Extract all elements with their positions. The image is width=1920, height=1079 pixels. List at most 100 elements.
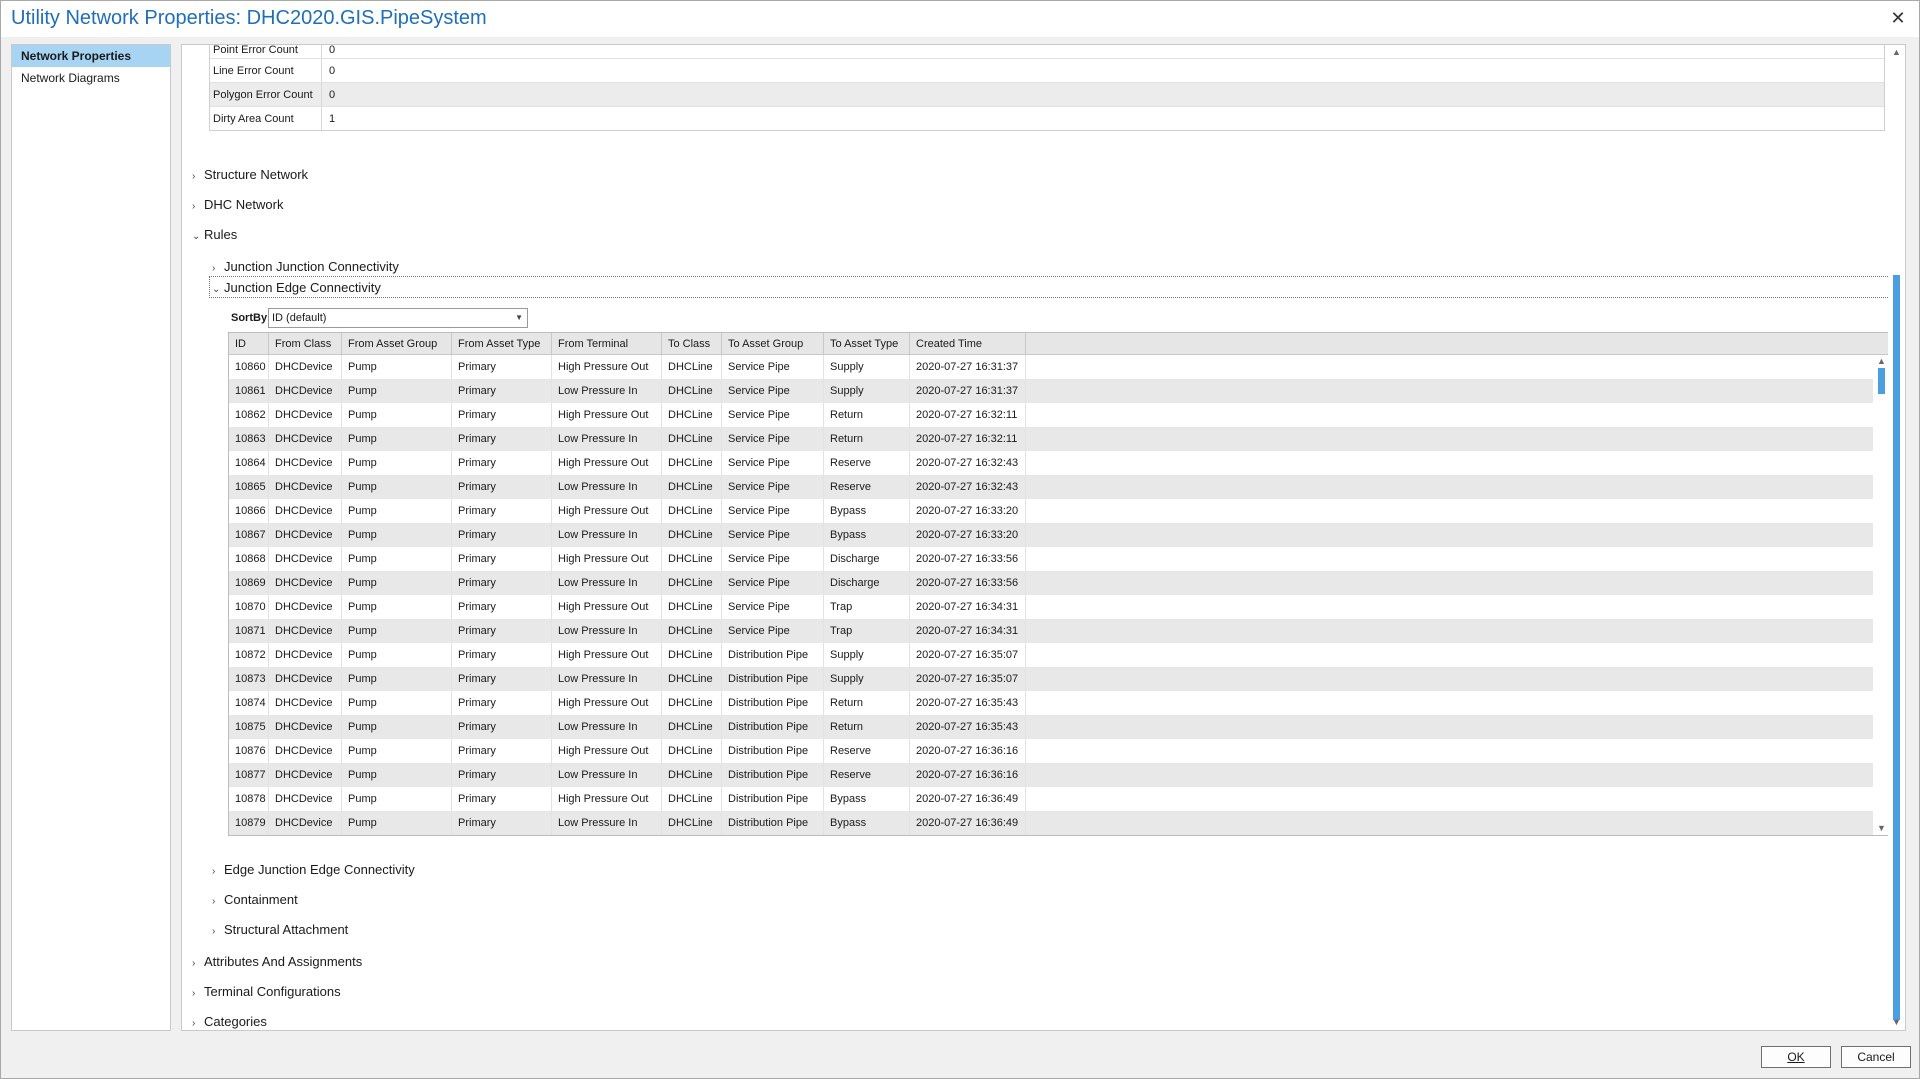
- table-cell: Primary: [452, 379, 552, 403]
- table-row[interactable]: 10868 DHCDevice Pump Primary High Pressure O…: [229, 547, 1873, 571]
- table-row[interactable]: 10863 DHCDevice Pump Primary Low Pressure In…: [229, 427, 1873, 451]
- table-row[interactable]: 10870 DHCDevice Pump Primary High Pressure O…: [229, 595, 1873, 619]
- scroll-up-icon[interactable]: ▲: [1891, 47, 1902, 58]
- cancel-button[interactable]: Cancel: [1841, 1046, 1911, 1068]
- nav-item-network-properties[interactable]: Network Properties: [12, 45, 170, 67]
- pane-scrollbar[interactable]: ▲ ▼: [1888, 45, 1905, 1030]
- table-row[interactable]: 10877 DHCDevice Pump Primary Low Pressure In…: [229, 763, 1873, 787]
- table-cell: High Pressure Out: [552, 355, 662, 379]
- table-cell: Pump: [342, 547, 452, 571]
- column-header[interactable]: From Class: [269, 333, 342, 355]
- table-cell: Reserve: [824, 739, 910, 763]
- table-row[interactable]: 10861 DHCDevice Pump Primary Low Pressure In…: [229, 379, 1873, 403]
- grid-header: ID From Class From Asset Group From Asset T…: [229, 333, 1890, 355]
- table-row[interactable]: 10864 DHCDevice Pump Primary High Pressure O…: [229, 451, 1873, 475]
- table-cell: Service Pipe: [722, 499, 824, 523]
- tree-node-dhc-network[interactable]: › DHC Network: [192, 194, 283, 216]
- ok-label: OK: [1787, 1050, 1805, 1064]
- summary-value: 1: [329, 113, 336, 125]
- table-cell: High Pressure Out: [552, 643, 662, 667]
- tree-node-structure-network[interactable]: › Structure Network: [192, 164, 308, 186]
- column-header[interactable]: ID: [229, 333, 269, 355]
- table-row[interactable]: 10879 DHCDevice Pump Primary Low Pressure In…: [229, 811, 1873, 835]
- table-cell: DHCLine: [662, 691, 722, 715]
- table-cell: Primary: [452, 499, 552, 523]
- column-header[interactable]: To Asset Group: [722, 333, 824, 355]
- table-cell: 2020-07-27 16:31:37: [910, 379, 1026, 403]
- table-row[interactable]: 10878 DHCDevice Pump Primary High Pressure O…: [229, 787, 1873, 811]
- summary-label: Line Error Count: [213, 65, 294, 77]
- column-header[interactable]: From Terminal: [552, 333, 662, 355]
- summary-row: Polygon Error Count 0: [210, 82, 1884, 106]
- table-row[interactable]: 10873 DHCDevice Pump Primary Low Pressure In…: [229, 667, 1873, 691]
- table-cell: DHCDevice: [269, 595, 342, 619]
- table-cell: 2020-07-27 16:36:16: [910, 739, 1026, 763]
- table-cell: 10867: [229, 523, 269, 547]
- table-cell: Low Pressure In: [552, 619, 662, 643]
- table-row[interactable]: 10871 DHCDevice Pump Primary Low Pressure In…: [229, 619, 1873, 643]
- table-cell: 2020-07-27 16:33:56: [910, 547, 1026, 571]
- table-cell: Low Pressure In: [552, 475, 662, 499]
- column-header[interactable]: From Asset Type: [452, 333, 552, 355]
- tree-node-rules[interactable]: ⌄ Rules: [192, 224, 237, 246]
- tree-node-label: Junction Edge Connectivity: [224, 280, 381, 295]
- table-cell: DHCLine: [662, 475, 722, 499]
- tree-node-edge-junction-edge[interactable]: › Edge Junction Edge Connectivity: [212, 859, 415, 881]
- table-cell: DHCLine: [662, 643, 722, 667]
- column-header[interactable]: To Class: [662, 333, 722, 355]
- scroll-up-icon[interactable]: ▲: [1876, 356, 1887, 367]
- table-row[interactable]: 10875 DHCDevice Pump Primary Low Pressure In…: [229, 715, 1873, 739]
- table-row[interactable]: 10876 DHCDevice Pump Primary High Pressure O…: [229, 739, 1873, 763]
- tree-node-junction-edge[interactable]: ⌄ Junction Edge Connectivity: [209, 276, 1892, 298]
- tree-node-categories[interactable]: › Categories: [192, 1011, 267, 1030]
- chevron-right-icon: ›: [192, 958, 196, 969]
- tree-node-structural-attachment[interactable]: › Structural Attachment: [212, 919, 348, 941]
- table-cell: Service Pipe: [722, 427, 824, 451]
- summary-value: 0: [329, 45, 336, 56]
- table-cell: 2020-07-27 16:36:49: [910, 811, 1026, 835]
- table-row[interactable]: 10869 DHCDevice Pump Primary Low Pressure In…: [229, 571, 1873, 595]
- scroll-thumb[interactable]: [1878, 368, 1885, 394]
- table-row[interactable]: 10865 DHCDevice Pump Primary Low Pressure In…: [229, 475, 1873, 499]
- close-icon[interactable]: ✕: [1887, 7, 1909, 29]
- table-cell: 10863: [229, 427, 269, 451]
- table-cell: Supply: [824, 643, 910, 667]
- tree-node-terminal-configurations[interactable]: › Terminal Configurations: [192, 981, 341, 1003]
- tree-node-junction-junction[interactable]: › Junction Junction Connectivity: [212, 256, 399, 278]
- tree-node-attributes-assignments[interactable]: › Attributes And Assignments: [192, 951, 362, 973]
- table-row[interactable]: 10874 DHCDevice Pump Primary High Pressure O…: [229, 691, 1873, 715]
- table-cell: Primary: [452, 667, 552, 691]
- sortby-value: ID (default): [272, 312, 327, 324]
- table-cell: 10870: [229, 595, 269, 619]
- column-header[interactable]: From Asset Group: [342, 333, 452, 355]
- nav-item-network-diagrams[interactable]: Network Diagrams: [12, 67, 170, 89]
- table-cell: 10860: [229, 355, 269, 379]
- chevron-right-icon: ›: [192, 171, 196, 182]
- table-cell: Distribution Pipe: [722, 763, 824, 787]
- tree-node-containment[interactable]: › Containment: [212, 889, 298, 911]
- ok-button[interactable]: OK: [1761, 1046, 1831, 1068]
- table-cell: 2020-07-27 16:35:43: [910, 691, 1026, 715]
- table-row[interactable]: 10872 DHCDevice Pump Primary High Pressure O…: [229, 643, 1873, 667]
- scroll-down-icon[interactable]: ▼: [1891, 1017, 1902, 1028]
- table-row[interactable]: 10867 DHCDevice Pump Primary Low Pressure In…: [229, 523, 1873, 547]
- table-cell: Primary: [452, 739, 552, 763]
- table-cell: Distribution Pipe: [722, 715, 824, 739]
- summary-value: 0: [329, 89, 336, 101]
- table-cell: Primary: [452, 643, 552, 667]
- table-cell: DHCLine: [662, 667, 722, 691]
- table-cell: Trap: [824, 595, 910, 619]
- scroll-thumb[interactable]: [1893, 275, 1900, 1020]
- table-row[interactable]: 10866 DHCDevice Pump Primary High Pressure O…: [229, 499, 1873, 523]
- table-row[interactable]: 10860 DHCDevice Pump Primary High Pressure O…: [229, 355, 1873, 379]
- column-header[interactable]: Created Time: [910, 333, 1026, 355]
- table-cell: Distribution Pipe: [722, 691, 824, 715]
- table-row[interactable]: 10862 DHCDevice Pump Primary High Pressure O…: [229, 403, 1873, 427]
- table-cell: DHCDevice: [269, 499, 342, 523]
- sortby-dropdown[interactable]: ID (default) ▼: [268, 308, 528, 328]
- scroll-down-icon[interactable]: ▼: [1876, 823, 1887, 834]
- table-cell: DHCDevice: [269, 811, 342, 835]
- table-cell: Reserve: [824, 763, 910, 787]
- table-cell: Primary: [452, 403, 552, 427]
- column-header[interactable]: To Asset Type: [824, 333, 910, 355]
